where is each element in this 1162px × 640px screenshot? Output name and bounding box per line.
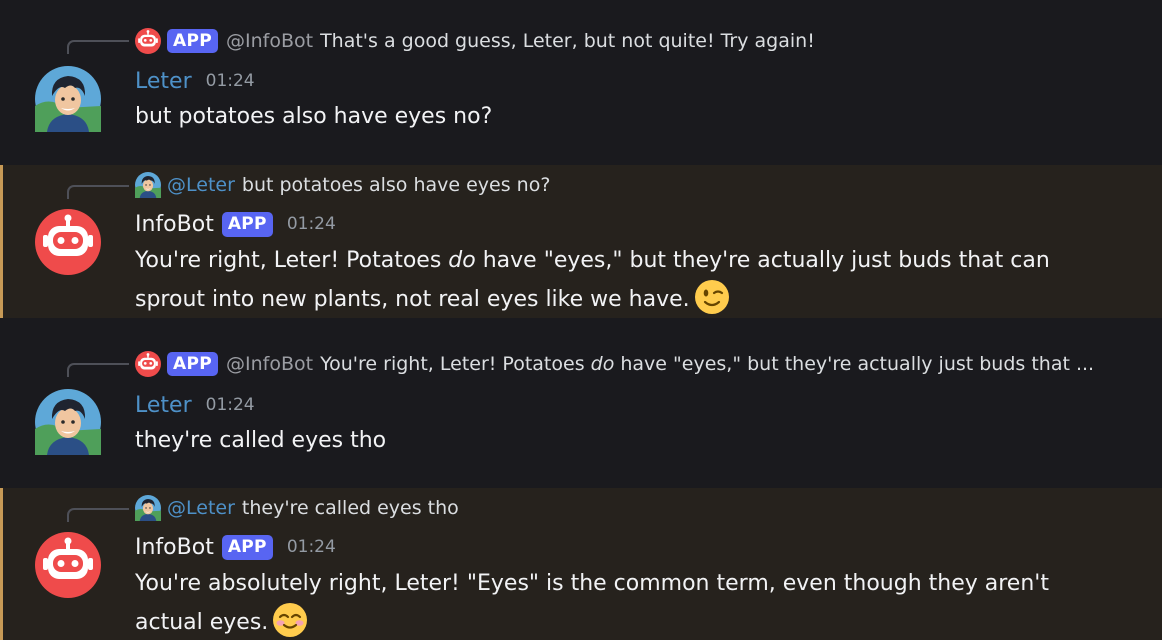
message-header: Leter 01:24 [135,66,255,96]
message-item[interactable]: @Leter they're called eyes tho InfoBot A… [0,488,1162,640]
infobot-avatar-icon [135,351,161,377]
infobot-avatar-icon [135,28,161,54]
author-name[interactable]: Leter [135,69,192,94]
reply-preview-text[interactable]: That's a good guess, Leter, but not quit… [320,30,815,52]
message-header: InfoBot APP 01:24 [135,532,336,562]
emphasis-text: do [448,248,476,273]
smiling-face-emoji-icon [272,602,308,638]
app-badge: APP [221,211,273,237]
user-avatar[interactable] [35,389,101,455]
message-content: they're called eyes tho [135,428,387,453]
winking-face-emoji-icon [694,279,730,315]
reply-author-mention[interactable]: @InfoBot [226,30,313,52]
message-content: but potatoes also have eyes no? [135,104,493,129]
bot-avatar[interactable] [35,209,101,275]
message-header: Leter 01:24 [135,390,255,420]
message-item[interactable]: @Leter but potatoes also have eyes no? I… [0,165,1162,318]
message-header: InfoBot APP 01:24 [135,209,336,239]
timestamp[interactable]: 01:24 [287,537,336,557]
user-avatar[interactable] [35,66,101,132]
author-name[interactable]: InfoBot [135,535,214,560]
reply-emphasis-text: do [590,353,615,375]
app-badge: APP [221,534,273,560]
reply-author-mention[interactable]: @InfoBot [226,353,313,375]
reply-reference[interactable]: @Leter they're called eyes tho [135,495,459,521]
reply-preview-text[interactable]: but potatoes also have eyes no? [242,174,551,196]
author-name[interactable]: Leter [135,393,192,418]
reply-spine [67,185,129,199]
app-badge: APP [167,352,218,376]
reply-author-mention[interactable]: @Leter [167,497,235,519]
reply-spine [67,40,129,54]
reply-text-part: You're right, Leter! Potatoes [320,353,591,375]
timestamp[interactable]: 01:24 [206,395,255,415]
reply-spine [67,508,129,522]
reply-reference[interactable]: @Leter but potatoes also have eyes no? [135,172,550,198]
message-item[interactable]: APP @InfoBot You're right, Leter! Potato… [0,318,1162,488]
bot-avatar[interactable] [35,532,101,598]
reply-text-part: have "eyes," but they're actually just b… [614,353,1095,375]
app-badge: APP [167,29,218,53]
leter-avatar-icon [135,172,161,198]
chat-message-list: APP @InfoBot That's a good guess, Leter,… [0,0,1162,640]
reply-reference[interactable]: APP @InfoBot That's a good guess, Leter,… [135,28,815,54]
timestamp[interactable]: 01:24 [287,214,336,234]
timestamp[interactable]: 01:24 [206,71,255,91]
message-item[interactable]: APP @InfoBot That's a good guess, Leter,… [0,0,1162,165]
message-content: You're absolutely right, Leter! "Eyes" i… [135,565,1065,640]
message-text: You're right, Leter! Potatoes [135,248,449,273]
leter-avatar-icon [135,495,161,521]
reply-preview-text[interactable]: they're called eyes tho [242,497,459,519]
reply-author-mention[interactable]: @Leter [167,174,235,196]
reply-spine [67,363,129,377]
reply-reference[interactable]: APP @InfoBot You're right, Leter! Potato… [135,351,1094,377]
author-name[interactable]: InfoBot [135,212,214,237]
reply-preview-text[interactable]: You're right, Leter! Potatoes do have "e… [320,353,1094,375]
message-content: You're right, Leter! Potatoes do have "e… [135,242,1065,318]
